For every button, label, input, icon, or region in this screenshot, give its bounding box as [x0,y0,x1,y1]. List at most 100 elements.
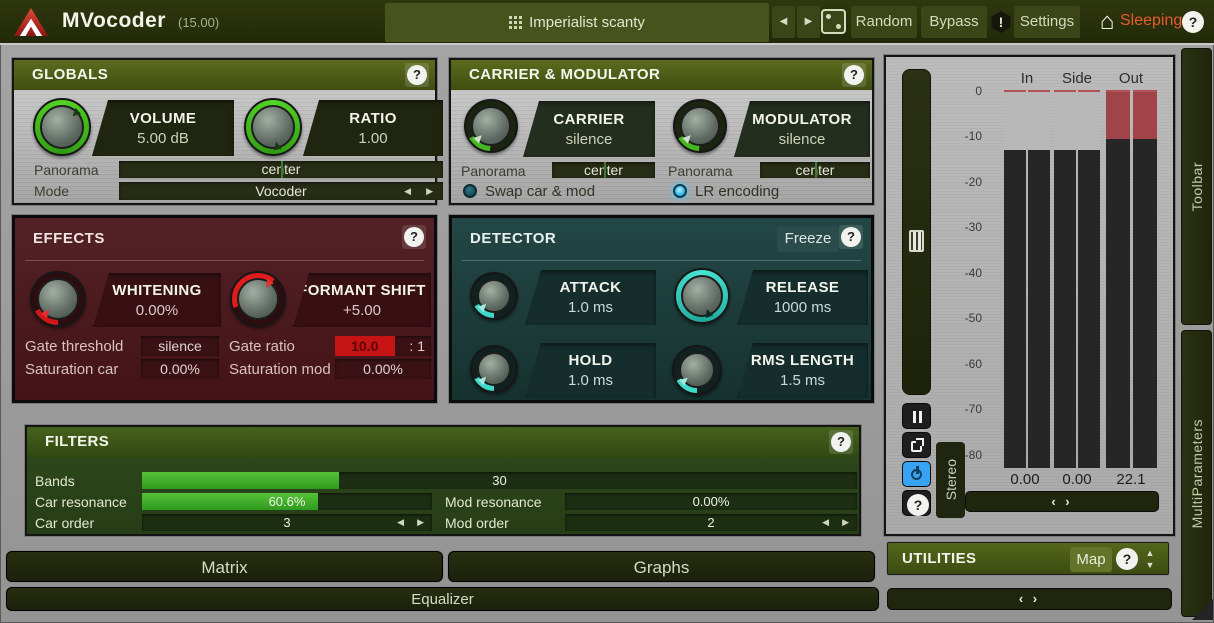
bypass-button[interactable]: Bypass [921,6,987,38]
swap-car-mod-radio[interactable] [463,184,477,198]
preset-selector[interactable]: Imperialist scanty [385,3,769,42]
meter-range-slider[interactable] [902,69,931,395]
globals-body: VOLUME 5.00 dB RATIO 1.00 Panorama cente… [14,90,435,203]
meter-bar-side-l[interactable] [1054,90,1076,468]
settings-button[interactable]: Settings [1014,6,1080,38]
panorama-bar[interactable]: center [119,161,443,178]
whitening-knob[interactable] [30,271,86,327]
modulator-display[interactable]: MODULATOR silence [734,101,870,157]
carrier-knob[interactable] [464,99,518,153]
map-button[interactable]: Map [1070,547,1112,572]
modulator-knob[interactable] [673,99,727,153]
carrier-display[interactable]: CARRIER silence [523,101,655,157]
lr-encoding-radio[interactable] [673,184,687,198]
meter-bar-in-r[interactable] [1028,90,1050,468]
utilities-help-button[interactable]: ? [1116,548,1138,570]
bands-slider[interactable]: 30 [142,472,857,489]
effects-help-button[interactable]: ? [402,225,426,249]
carrier-panorama-label: Panorama [461,163,526,179]
collapse-toggle[interactable]: ▲ ▼ [1140,547,1160,572]
rms-length-display[interactable]: RMS LENGTH 1.5 ms [737,343,868,398]
equalizer-tab[interactable]: Equalizer [6,587,879,611]
meter-power-button[interactable] [902,461,931,487]
rms-length-knob[interactable] [672,345,722,395]
gate-ratio-highlight: 10.0 [335,336,395,356]
detector-panel: DETECTOR Freeze ? ATTACK 1.0 ms RELEASE … [449,215,874,403]
meter-bar-out-l[interactable] [1106,90,1130,468]
meter-bar-in-l[interactable] [1004,90,1026,468]
center-tick [604,162,606,178]
status-sleeping[interactable]: Sleeping [1120,12,1182,30]
car-order-next-icon[interactable]: ▶ [417,514,424,531]
attack-knob[interactable] [470,272,518,320]
mode-next-icon[interactable]: ▶ [426,182,433,200]
carrier-modulator-body: CARRIER silence MODULATOR silence Panora… [451,90,872,203]
saturation-mod-value[interactable]: 0.00% [335,359,431,379]
modulator-panorama-bar[interactable]: center [760,162,870,178]
mod-order-selector[interactable]: 2 ◀ ▶ [565,514,857,531]
meter-bar-out-r[interactable] [1133,90,1157,468]
globals-help-button[interactable]: ? [405,63,429,87]
utilities-hscrollbar[interactable]: ‹ › [887,588,1172,610]
tab-multiparameters[interactable]: MultiParameters [1181,330,1212,617]
carrier-panorama-bar[interactable]: center [552,162,655,178]
meter-expand-button[interactable] [902,432,931,458]
attack-display[interactable]: ATTACK 1.0 ms [525,270,656,325]
ratio-display[interactable]: RATIO 1.00 [303,100,443,156]
mod-order-prev-icon[interactable]: ◀ [822,514,829,531]
meter-hscrollbar[interactable]: ‹ › [965,491,1159,512]
matrix-tab[interactable]: Matrix [6,551,443,582]
freeze-button[interactable]: Freeze [777,226,839,252]
filters-help-button[interactable]: ? [829,430,853,454]
mod-resonance-slider[interactable]: 0.00% [565,493,857,510]
gate-threshold-value[interactable]: silence [141,336,219,356]
car-order-prev-icon[interactable]: ◀ [397,514,404,531]
melda-logo-icon[interactable] [14,8,48,36]
titlebar: MVocoder (15.00) Imperialist scanty ◀ ▶ … [0,0,1214,45]
release-display[interactable]: RELEASE 1000 ms [737,270,868,325]
next-preset-button[interactable]: ▶ [797,6,820,38]
meter-help-button[interactable]: ? [902,490,931,516]
saturation-car-value[interactable]: 0.00% [141,359,219,379]
ratio-knob[interactable] [244,98,302,156]
tab-toolbar[interactable]: Toolbar [1181,48,1212,325]
graphs-tab[interactable]: Graphs [448,551,875,582]
bands-label: Bands [35,473,75,489]
formant-shift-display[interactable]: FORMANT SHIFT +5.00 [293,273,431,327]
meter-pause-button[interactable] [902,403,931,429]
hold-display[interactable]: HOLD 1.0 ms [525,343,656,398]
effects-panel: EFFECTS ? WHITENING 0.00% FORMANT SHIFT … [12,215,437,403]
release-knob[interactable] [674,268,730,324]
mode-prev-icon[interactable]: ◀ [404,182,411,200]
saturation-mod-label: Saturation mod [229,361,331,378]
car-order-selector[interactable]: 3 ◀ ▶ [142,514,432,531]
formant-shift-knob[interactable] [230,271,286,327]
scale-tick: -40 [944,266,982,280]
whitening-display[interactable]: WHITENING 0.00% [93,273,221,327]
volume-display[interactable]: VOLUME 5.00 dB [92,100,234,156]
help-icon[interactable]: ? [1182,11,1204,33]
gate-ratio-value[interactable]: 10.0 : 1 [335,336,431,356]
carrier-modulator-header: CARRIER & MODULATOR [451,60,872,90]
mod-order-next-icon[interactable]: ▶ [842,514,849,531]
hold-knob[interactable] [470,345,518,393]
plugin-version: (15.00) [178,15,219,30]
detector-help-button[interactable]: ? [839,225,863,249]
meter-value-out: 22.1 [1104,471,1158,488]
meter-panel: ? Stereo 0 -10 -20 -30 -40 -50 -60 -70 -… [884,55,1175,536]
mode-label: Mode [34,183,69,199]
random-preset-dice-icon[interactable] [821,9,846,34]
random-button[interactable]: Random [851,6,917,38]
volume-knob[interactable] [33,98,91,156]
swap-car-mod-label: Swap car & mod [485,183,595,200]
car-resonance-slider[interactable]: 60.6% [142,493,432,510]
divider [462,260,861,261]
effects-title: EFFECTS [33,230,105,247]
car-resonance-label: Car resonance [35,494,127,510]
home-icon[interactable]: ⌂ [1094,5,1120,39]
prev-preset-button[interactable]: ◀ [772,6,795,38]
meter-bar-side-r[interactable] [1078,90,1100,468]
warning-icon[interactable]: ! [990,11,1012,33]
mode-selector[interactable]: Vocoder ◀ ▶ [119,182,443,200]
carrier-modulator-help-button[interactable]: ? [842,63,866,87]
